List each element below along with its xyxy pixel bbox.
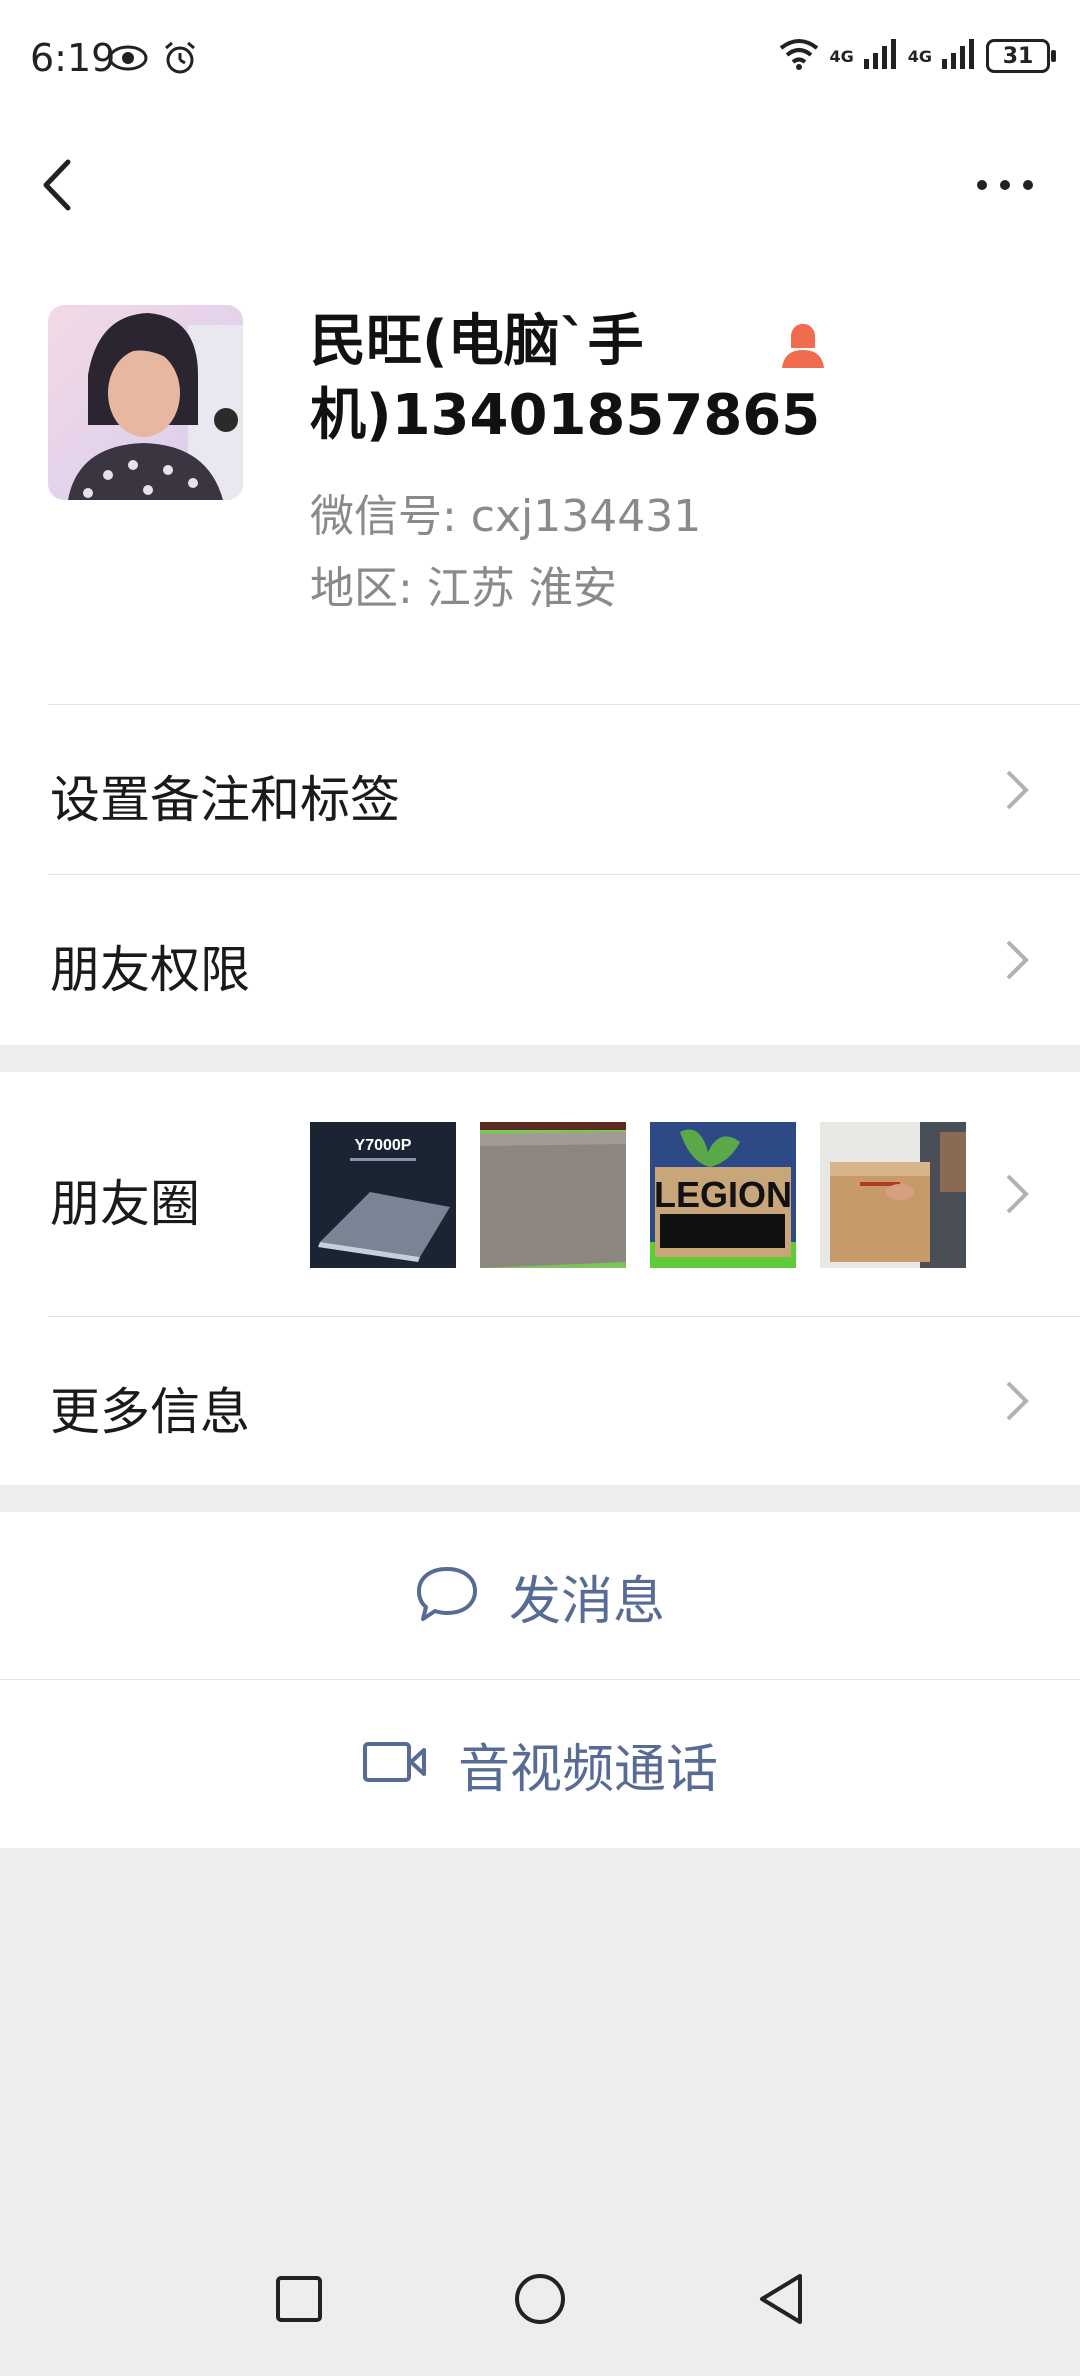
network-type-1: 4G (829, 46, 854, 66)
nav-back-icon[interactable] (756, 2272, 806, 2330)
more-options-icon (977, 180, 1033, 190)
status-icons-right: 4G 4G 31 (779, 38, 1056, 74)
video-call-button[interactable]: 音视频通话 (0, 1680, 1080, 1848)
moment-thumb-3-caption: LEGION (654, 1174, 792, 1215)
send-message-button[interactable]: 发消息 (0, 1512, 1080, 1680)
contact-name-line1: 民旺(电脑`手 (310, 309, 644, 374)
eye-icon (108, 44, 148, 76)
back-button[interactable] (30, 150, 90, 220)
moments-row[interactable]: 朋友圈 Y7000P LEGION (0, 1072, 1080, 1317)
contact-name-line2: 机)13401857865 (310, 383, 821, 448)
moment-thumb-2[interactable] (480, 1122, 626, 1268)
video-call-label: 音视频通话 (457, 1739, 718, 1800)
moments-thumbnails: Y7000P LEGION (310, 1122, 966, 1268)
contact-name: 民旺(电脑`手 机)13401857865 (310, 305, 821, 453)
more-info-label: 更多信息 (50, 1383, 250, 1441)
wechat-id: 微信号: cxj134431 (310, 491, 702, 542)
region: 地区: 江苏 淮安 (310, 563, 617, 614)
chevron-right-icon (1002, 1379, 1032, 1423)
female-user-icon (778, 320, 828, 370)
status-bar: 6:19 4G 4G 31 (0, 0, 1080, 120)
back-arrow-icon (43, 159, 71, 211)
remark-label: 设置备注和标签 (50, 771, 400, 829)
chevron-right-icon (1002, 938, 1032, 982)
chat-bubble-icon (415, 1565, 479, 1627)
permissions-row[interactable]: 朋友权限 (0, 875, 1080, 1045)
moment-thumb-1[interactable]: Y7000P (310, 1122, 456, 1268)
network-type-2: 4G (907, 46, 932, 66)
status-icons-left (108, 40, 198, 80)
more-button[interactable] (970, 165, 1040, 205)
more-info-row[interactable]: 更多信息 (0, 1317, 1080, 1485)
send-message-label: 发消息 (508, 1571, 665, 1632)
wifi-icon (779, 38, 819, 74)
battery-icon: 31 (986, 39, 1056, 73)
signal-icon (863, 39, 898, 73)
signal-icon-2 (942, 39, 976, 73)
moment-thumb-4[interactable] (820, 1122, 966, 1268)
title-bar (0, 120, 1080, 250)
status-time: 6:19 (30, 36, 116, 80)
system-nav-bar (0, 2226, 1080, 2376)
remark-row[interactable]: 设置备注和标签 (0, 705, 1080, 875)
home-icon[interactable] (513, 2272, 567, 2330)
avatar[interactable] (48, 305, 243, 500)
profile-header: 民旺(电脑`手 机)13401857865 微信号: cxj134431 地区:… (0, 250, 1080, 705)
moment-thumb-1-caption: Y7000P (355, 1137, 412, 1154)
chevron-right-icon (1002, 1172, 1032, 1216)
moments-label: 朋友圈 (50, 1175, 200, 1233)
chevron-right-icon (1002, 768, 1032, 812)
video-camera-icon (362, 1740, 428, 1788)
moment-thumb-3[interactable]: LEGION (650, 1122, 796, 1268)
recent-apps-icon[interactable] (274, 2274, 324, 2328)
alarm-icon (162, 40, 198, 80)
permissions-label: 朋友权限 (50, 941, 250, 999)
